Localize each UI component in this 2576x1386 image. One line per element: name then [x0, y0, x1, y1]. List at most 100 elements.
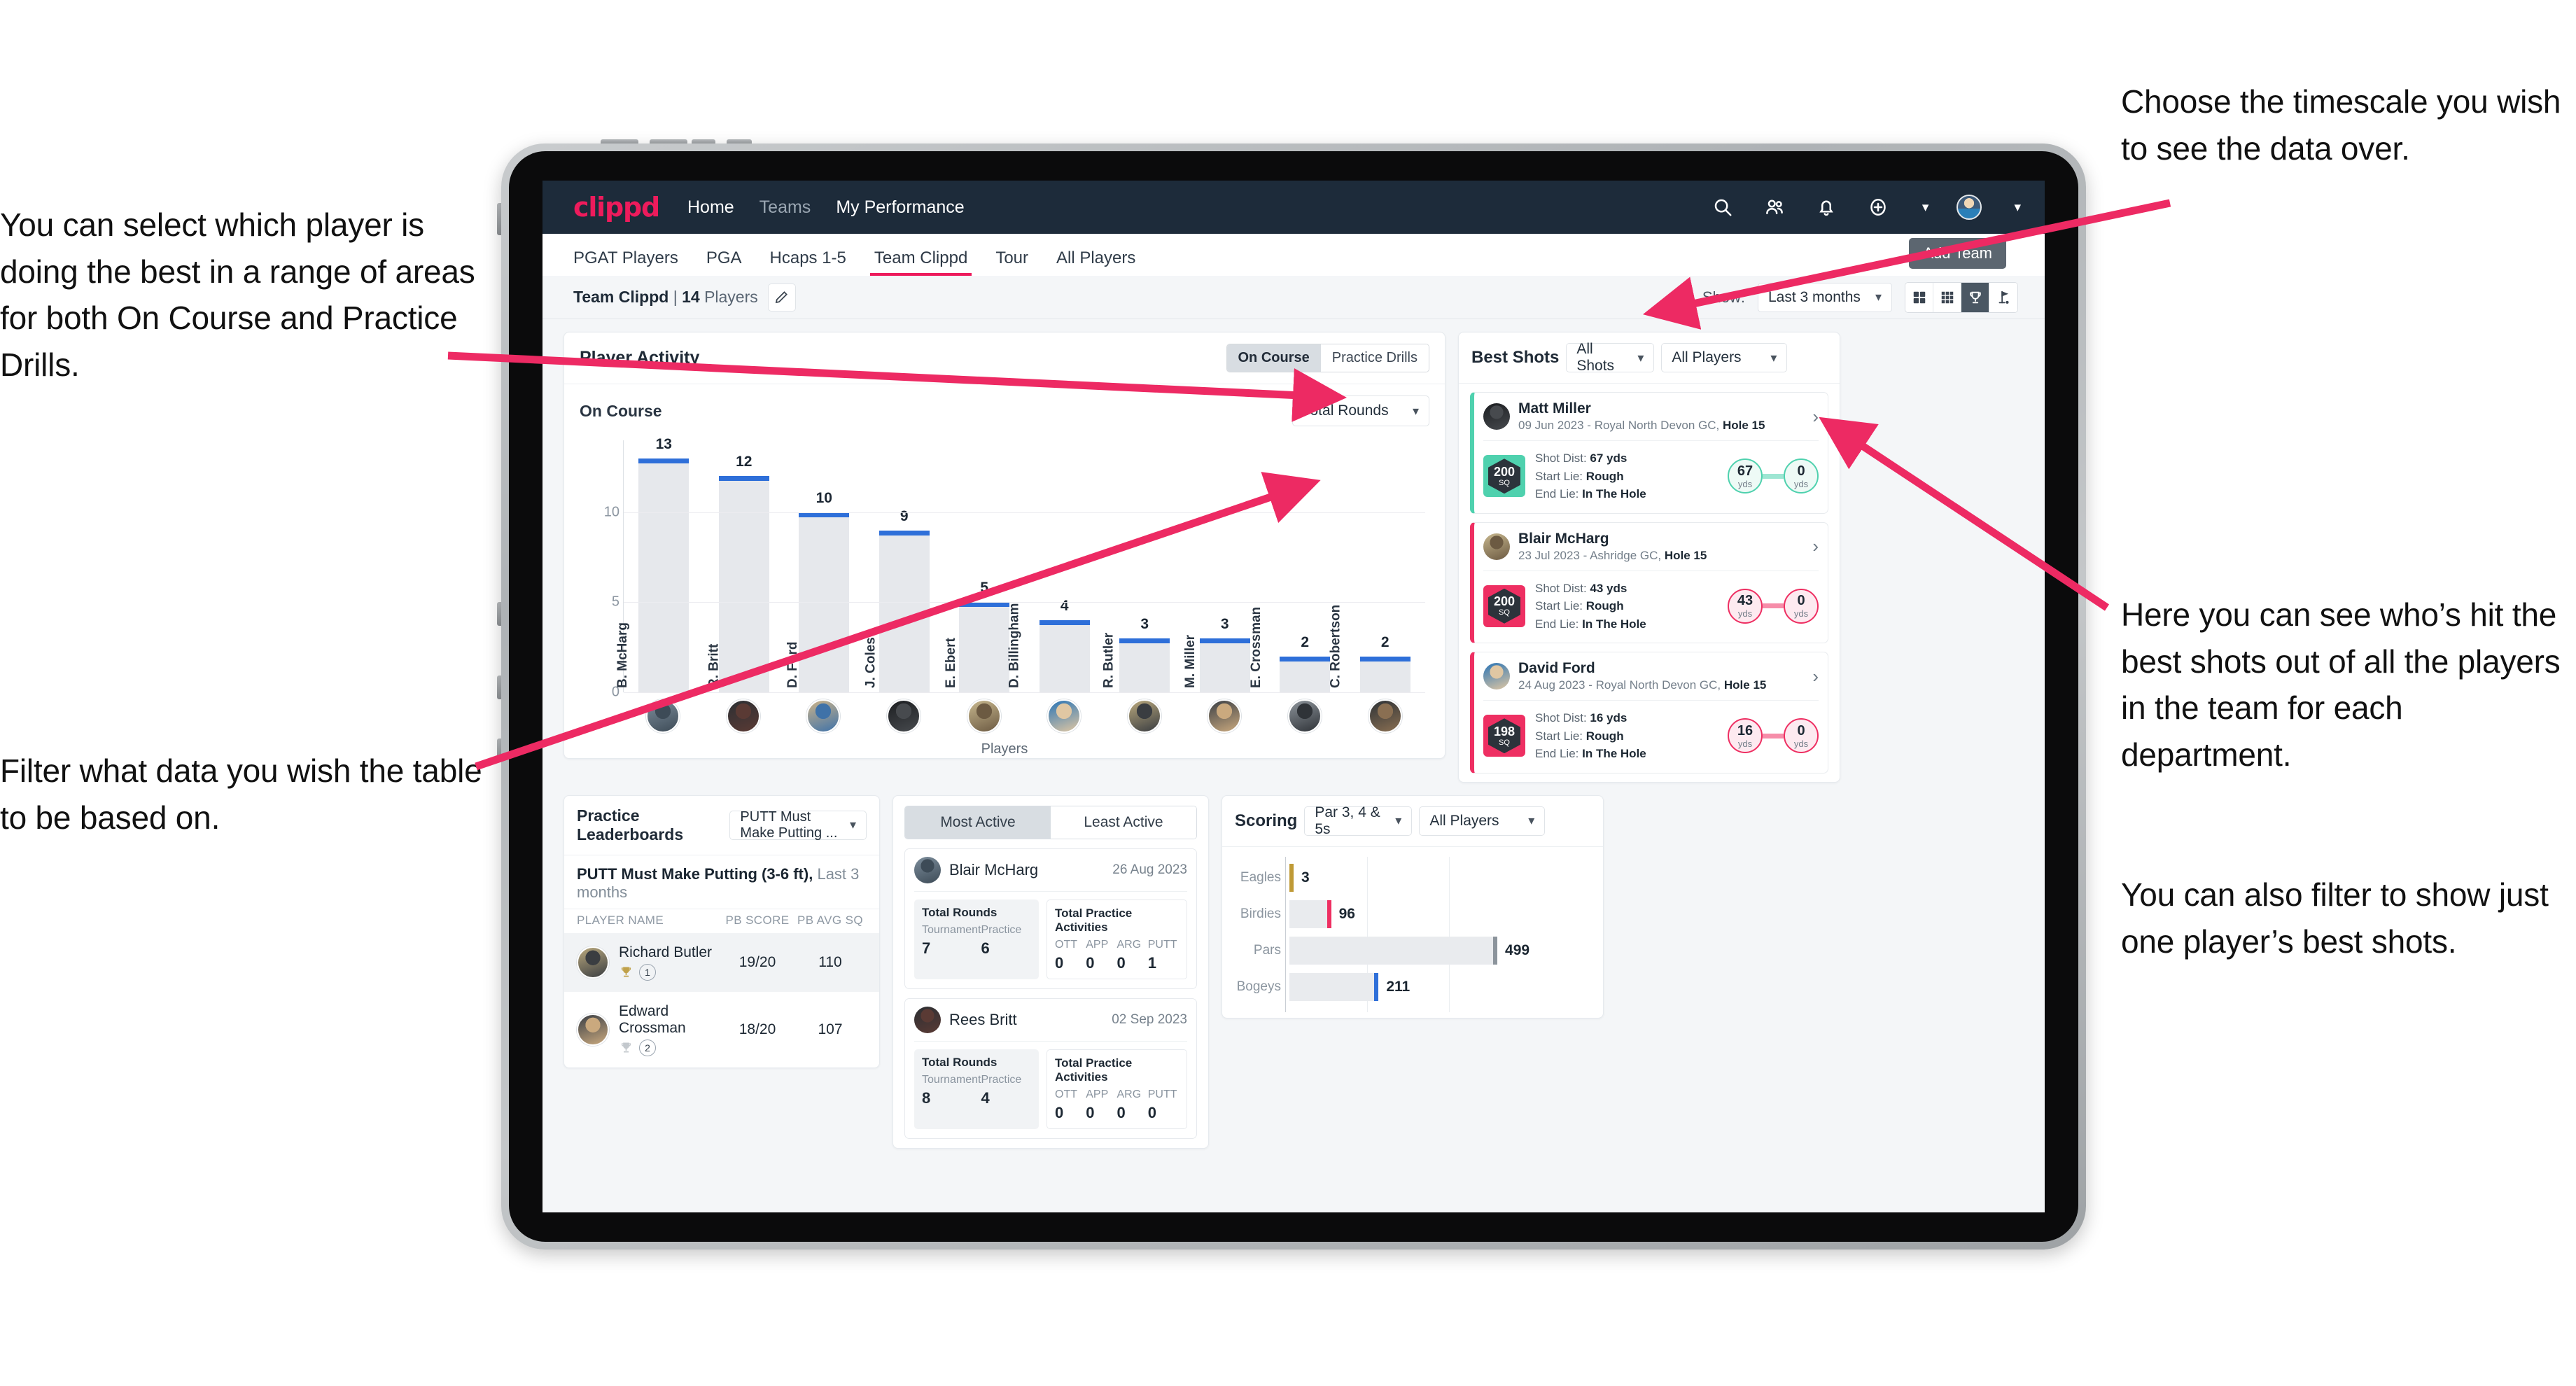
clippd-logo[interactable]: clippd	[573, 192, 660, 223]
top-navigation-bar: clippd Home Teams My Performance ▾ ▾	[542, 181, 2045, 234]
search-icon[interactable]	[1711, 195, 1735, 219]
bar: E. Ebert	[944, 602, 1010, 692]
toolbar-right-controls: Show: Last 3 months ▾	[1702, 281, 2018, 313]
chart-bar-column[interactable]: 2 C. Robertson	[1328, 440, 1410, 692]
chart-bars: 13 B. McHarg 12 R. Britt 10 D. Ford 9 J. Coles 5…	[615, 436, 1425, 692]
player-avatar[interactable]	[726, 699, 760, 733]
scoring-bar	[1289, 863, 1294, 892]
tab-pgat-players[interactable]: PGAT Players	[573, 248, 678, 276]
best-shot-card[interactable]: David Ford 24 Aug 2023 - Royal North Devo…	[1470, 652, 1828, 774]
player-avatar[interactable]	[1208, 699, 1242, 733]
tab-team-clippd[interactable]: Team Clippd	[869, 248, 972, 276]
scoring-category-label: Eagles	[1240, 869, 1281, 885]
timescale-select[interactable]: Last 3 months ▾	[1758, 282, 1892, 312]
scoring-bar-value: 3	[1301, 869, 1310, 886]
segment-practice-drills[interactable]: Practice Drills	[1320, 344, 1429, 372]
chart-bar-column[interactable]: 5 E. Ebert	[944, 440, 1010, 692]
shot-meta: 09 Jun 2023 - Royal North Devon GC, Hole…	[1518, 419, 1765, 432]
nav-link-home[interactable]: Home	[687, 197, 734, 218]
dashboard-content: Player Activity On Course Practice Drill…	[542, 319, 2045, 1161]
activity-list: Blair McHarg 26 Aug 2023 Total Rounds Tourn…	[893, 848, 1208, 1139]
bar: M. Miller	[1183, 635, 1250, 692]
scoring-bar-row[interactable]: Pars 499	[1235, 932, 1590, 969]
activity-card-header: Blair McHarg 26 Aug 2023	[905, 849, 1196, 891]
player-avatar[interactable]	[1047, 699, 1082, 733]
player-avatar[interactable]	[1368, 699, 1402, 733]
tab-all-players[interactable]: All Players	[1056, 248, 1135, 276]
segment-on-course[interactable]: On Course	[1226, 344, 1321, 372]
best-shot-body: 198 SQ Shot Dist: 16 yds Start Lie: Rough En…	[1474, 701, 1828, 773]
table-row[interactable]: Richard Butler 1 19/20 110	[564, 932, 879, 992]
player-name: Rees Britt	[949, 1010, 1017, 1028]
total-rounds-box: Total Rounds Tournament 8 Practice 4	[914, 1049, 1039, 1129]
chart-bar-column[interactable]: 2 E. Crossman	[1249, 440, 1331, 692]
chevron-down-icon-profile[interactable]: ▾	[2014, 200, 2021, 216]
scoring-bar-row[interactable]: Eagles 3	[1235, 860, 1590, 896]
player-avatar[interactable]	[806, 699, 841, 733]
metric-select[interactable]: Total Rounds ▾	[1292, 396, 1429, 426]
drill-select[interactable]: PUTT Must Make Putting ... ▾	[729, 809, 867, 841]
chevron-right-icon[interactable]: ›	[1812, 406, 1819, 428]
shot-distance-line: Shot Dist: 16 yds	[1535, 711, 1628, 724]
bar-category-label: D. Ford	[785, 641, 800, 689]
player-avatar[interactable]	[646, 699, 680, 733]
chart-bar-column[interactable]: 3 M. Miller	[1183, 440, 1250, 692]
player-activity-header: Player Activity On Course Practice Drill…	[564, 332, 1445, 384]
chevron-right-icon[interactable]: ›	[1812, 536, 1819, 557]
tab-most-active[interactable]: Most Active	[905, 806, 1051, 839]
bar: D. Billingham	[1007, 603, 1090, 692]
best-shots-shot-filter[interactable]: All Shots ▾	[1566, 341, 1655, 374]
best-shot-card[interactable]: Blair McHarg 23 Jul 2023 - Ashridge GC, H…	[1470, 522, 1828, 643]
shot-distance-line: Shot Dist: 67 yds	[1535, 451, 1628, 465]
team-toolbar: Team Clippd | 14 Players Show: Last 3 mo…	[542, 276, 2045, 319]
view-grid-3x3-button[interactable]	[1933, 282, 1961, 312]
chart-bar-column[interactable]: 13 B. McHarg	[615, 436, 690, 692]
player-avatar[interactable]	[1127, 699, 1161, 733]
edit-team-button[interactable]	[767, 283, 796, 312]
avatar	[1483, 533, 1510, 560]
tab-least-active[interactable]: Least Active	[1051, 806, 1196, 839]
app-screen: clippd Home Teams My Performance ▾ ▾ PGA…	[542, 181, 2045, 1212]
stat-key: PUTT	[1147, 1088, 1177, 1100]
chart-bar-column[interactable]: 4 D. Billingham	[1007, 440, 1090, 692]
chart-bar-column[interactable]: 9 J. Coles	[863, 440, 930, 692]
table-row[interactable]: Edward Crossman 2 18/20 107	[564, 992, 879, 1068]
scoring-bar-row[interactable]: Bogeys 211	[1235, 969, 1590, 1005]
player-avatar[interactable]	[967, 699, 1001, 733]
activity-player-card[interactable]: Rees Britt 02 Sep 2023 Total Rounds Tournam…	[904, 997, 1197, 1139]
scoring-player-filter[interactable]: All Players ▾	[1419, 806, 1546, 836]
best-shot-card[interactable]: Matt Miller 09 Jun 2023 - Royal North Dev…	[1470, 392, 1828, 514]
tab-hcaps-1-5[interactable]: Hcaps 1-5	[770, 248, 846, 276]
chart-bar-column[interactable]: 12 R. Britt	[706, 440, 769, 692]
best-shots-player-filter[interactable]: All Players ▾	[1661, 343, 1788, 372]
stat-cell: Practice 4	[981, 1074, 1032, 1107]
nav-link-my-performance[interactable]: My Performance	[836, 197, 964, 218]
player-avatar[interactable]	[887, 699, 921, 733]
chart-bar-column[interactable]: 3 R. Butler	[1102, 440, 1170, 692]
scoring-bar-row[interactable]: Birdies 96	[1235, 896, 1590, 932]
chevron-down-icon: ▾	[1528, 813, 1535, 827]
chevron-down-icon: ▾	[849, 818, 856, 832]
activity-player-card[interactable]: Blair McHarg 26 Aug 2023 Total Rounds Tourn…	[904, 848, 1197, 989]
view-grid-2x2-button[interactable]	[1905, 282, 1933, 312]
bell-icon[interactable]	[1814, 195, 1838, 219]
player-avatar[interactable]	[1288, 699, 1322, 733]
nav-link-teams[interactable]: Teams	[760, 197, 811, 218]
view-flag-pin-button[interactable]	[1989, 282, 2017, 312]
tab-pga[interactable]: PGA	[706, 248, 742, 276]
bar-category-label: D. Billingham	[1007, 603, 1022, 688]
people-icon[interactable]	[1763, 195, 1786, 219]
chevron-down-icon-add[interactable]: ▾	[1922, 200, 1929, 216]
chevron-right-icon[interactable]: ›	[1812, 666, 1819, 687]
start-distance-value: 43	[1737, 593, 1754, 609]
tab-tour[interactable]: Tour	[995, 248, 1028, 276]
plus-circle-icon[interactable]	[1866, 195, 1890, 219]
drill-name: PUTT Must Make Putting (3-6 ft),	[577, 864, 813, 883]
start-distance-unit: yds	[1737, 478, 1753, 489]
view-trophy-button[interactable]	[1961, 282, 1989, 312]
chart-bar-column[interactable]: 10 D. Ford	[785, 440, 850, 692]
scoring-par-filter[interactable]: Par 3, 4 & 5s ▾	[1304, 804, 1413, 837]
avatar[interactable]	[1956, 195, 1982, 220]
grid-line	[624, 692, 1425, 693]
leaderboard-rows: Richard Butler 1 19/20 110 Edward Crossman 2 1…	[564, 932, 879, 1068]
